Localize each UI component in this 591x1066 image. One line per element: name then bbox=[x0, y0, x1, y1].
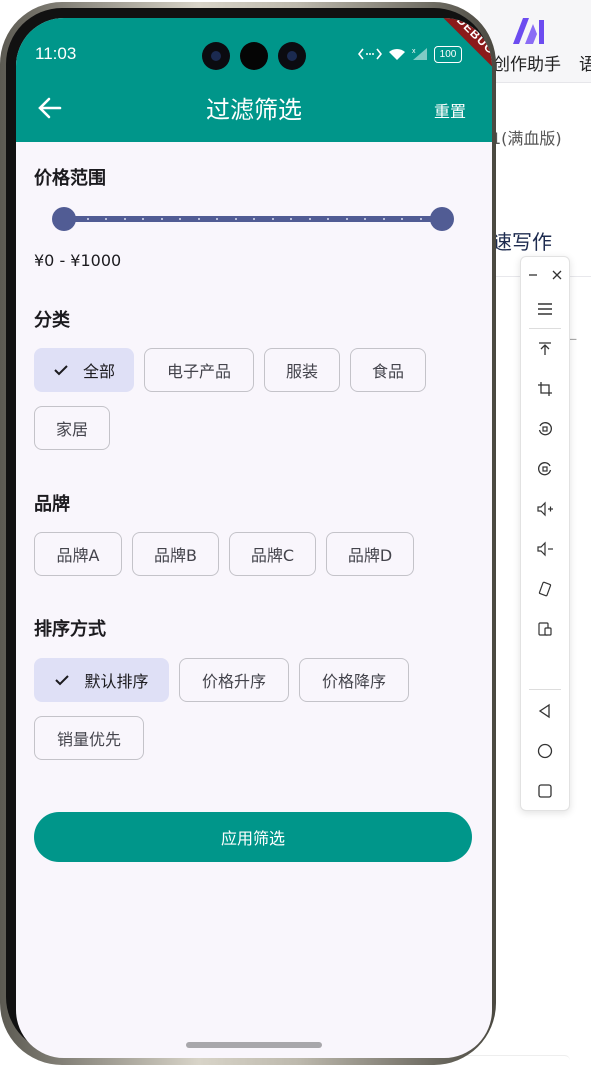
divider bbox=[529, 689, 561, 690]
chip-category-clothing[interactable]: 服装 bbox=[264, 348, 340, 392]
crop-icon[interactable] bbox=[521, 371, 569, 407]
slider-tick bbox=[253, 218, 255, 220]
app-logo-icon bbox=[513, 18, 544, 44]
slider-tick bbox=[327, 218, 329, 220]
phone-frame: 11:03 x 100 DEBUG 过滤筛选 重置 价格范围 ¥0 - ¥100… bbox=[0, 2, 496, 1065]
pin-top-icon[interactable] bbox=[521, 331, 569, 367]
phone-bezel: 11:03 x 100 DEBUG 过滤筛选 重置 价格范围 ¥0 - ¥100… bbox=[6, 8, 492, 1058]
chip-category-all[interactable]: 全部 bbox=[34, 348, 134, 392]
slider-tick bbox=[105, 218, 107, 220]
menu-icon[interactable] bbox=[521, 291, 569, 327]
quick-write-label[interactable]: 速写作 bbox=[492, 226, 552, 255]
svg-text:x: x bbox=[412, 48, 416, 55]
tab-creation-assistant[interactable]: 创作助手 bbox=[493, 50, 561, 75]
chip-label: 默认排序 bbox=[84, 672, 149, 691]
price-range-label: ¥0 - ¥1000 bbox=[34, 251, 122, 270]
chip-category-home[interactable]: 家居 bbox=[34, 406, 110, 450]
emulator-tool-panel bbox=[520, 256, 570, 811]
data-transfer-icon bbox=[358, 48, 382, 60]
chip-label: 品牌A bbox=[56, 546, 100, 565]
price-slider-max-thumb[interactable] bbox=[430, 207, 454, 231]
shake-icon[interactable] bbox=[521, 571, 569, 607]
chip-brand-b[interactable]: 品牌B bbox=[132, 532, 219, 576]
slider-tick bbox=[419, 218, 422, 220]
slider-tick bbox=[308, 218, 311, 220]
reset-button[interactable]: 重置 bbox=[434, 98, 466, 122]
slider-tick bbox=[271, 218, 274, 220]
page-title: 过滤筛选 bbox=[206, 96, 302, 124]
chip-label: 品牌D bbox=[347, 546, 393, 565]
chip-brand-c[interactable]: 品牌C bbox=[229, 532, 316, 576]
chip-label: 品牌B bbox=[154, 546, 197, 565]
slider-tick bbox=[290, 218, 292, 220]
chip-label: 服装 bbox=[285, 362, 318, 381]
chip-sort-price-desc[interactable]: 价格降序 bbox=[299, 658, 409, 702]
slider-tick bbox=[179, 218, 181, 220]
slider-tick bbox=[86, 218, 89, 220]
chip-label: 家居 bbox=[55, 420, 88, 439]
chip-label: 食品 bbox=[371, 362, 404, 381]
nav-home-icon[interactable] bbox=[521, 733, 569, 769]
chip-category-food[interactable]: 食品 bbox=[350, 348, 426, 392]
rotate-left-icon[interactable] bbox=[521, 411, 569, 447]
chip-sort-price-asc[interactable]: 价格升序 bbox=[179, 658, 289, 702]
rotate-right-icon[interactable] bbox=[521, 451, 569, 487]
slider-tick bbox=[160, 218, 163, 220]
front-camera-icon bbox=[278, 42, 306, 70]
check-icon bbox=[54, 673, 70, 687]
check-icon bbox=[53, 363, 69, 377]
slider-tick bbox=[216, 218, 218, 220]
status-time: 11:03 bbox=[35, 44, 77, 63]
slider-tick bbox=[364, 218, 366, 220]
chip-category-electronics[interactable]: 电子产品 bbox=[144, 348, 254, 392]
volume-up-icon[interactable] bbox=[521, 491, 569, 527]
slider-tick bbox=[234, 218, 237, 220]
slider-tick bbox=[142, 218, 144, 220]
wifi-icon bbox=[389, 48, 405, 60]
divider bbox=[529, 328, 561, 329]
tab-language[interactable]: 语 bbox=[579, 50, 591, 75]
front-camera-icon bbox=[202, 42, 230, 70]
phone-screen: 11:03 x 100 DEBUG 过滤筛选 重置 价格范围 ¥0 - ¥100… bbox=[16, 18, 492, 1058]
chip-label: 价格升序 bbox=[201, 672, 266, 691]
battery-icon: 100 bbox=[434, 45, 462, 63]
model-label: 1(满血版) bbox=[491, 129, 562, 148]
slider-tick bbox=[382, 218, 385, 220]
status-icons: x 100 bbox=[358, 44, 462, 64]
slider-tick bbox=[197, 218, 200, 220]
chip-label: 品牌C bbox=[250, 546, 295, 565]
signal-icon: x bbox=[412, 48, 427, 60]
sort-title: 排序方式 bbox=[34, 619, 106, 640]
slider-tick-marks bbox=[68, 218, 440, 220]
chip-label: 电子产品 bbox=[166, 362, 231, 381]
slider-tick bbox=[345, 218, 348, 220]
price-range-title: 价格范围 bbox=[34, 168, 106, 189]
nav-recent-icon[interactable] bbox=[521, 773, 569, 809]
nav-back-icon[interactable] bbox=[521, 693, 569, 729]
chip-sort-sales[interactable]: 销量优先 bbox=[34, 716, 144, 760]
volume-down-icon[interactable] bbox=[521, 531, 569, 567]
brand-title: 品牌 bbox=[34, 494, 70, 515]
home-indicator[interactable] bbox=[186, 1042, 322, 1048]
sensor-icon bbox=[240, 42, 268, 70]
close-icon[interactable] bbox=[545, 257, 569, 293]
chip-label: 销量优先 bbox=[56, 730, 121, 749]
screenshot-icon[interactable] bbox=[521, 611, 569, 647]
price-slider-min-thumb[interactable] bbox=[52, 207, 76, 231]
slider-tick bbox=[123, 218, 126, 220]
chip-brand-a[interactable]: 品牌A bbox=[34, 532, 122, 576]
slider-tick bbox=[401, 218, 403, 220]
minimize-icon[interactable] bbox=[521, 257, 545, 293]
category-title: 分类 bbox=[34, 310, 70, 331]
chip-label: 价格降序 bbox=[321, 672, 386, 691]
apply-filter-button[interactable]: 应用筛选 bbox=[34, 812, 472, 862]
chip-label: 全部 bbox=[82, 362, 115, 381]
app-bar: 11:03 x 100 DEBUG 过滤筛选 重置 bbox=[16, 18, 492, 142]
chip-brand-d[interactable]: 品牌D bbox=[326, 532, 414, 576]
chip-sort-default[interactable]: 默认排序 bbox=[34, 658, 169, 702]
